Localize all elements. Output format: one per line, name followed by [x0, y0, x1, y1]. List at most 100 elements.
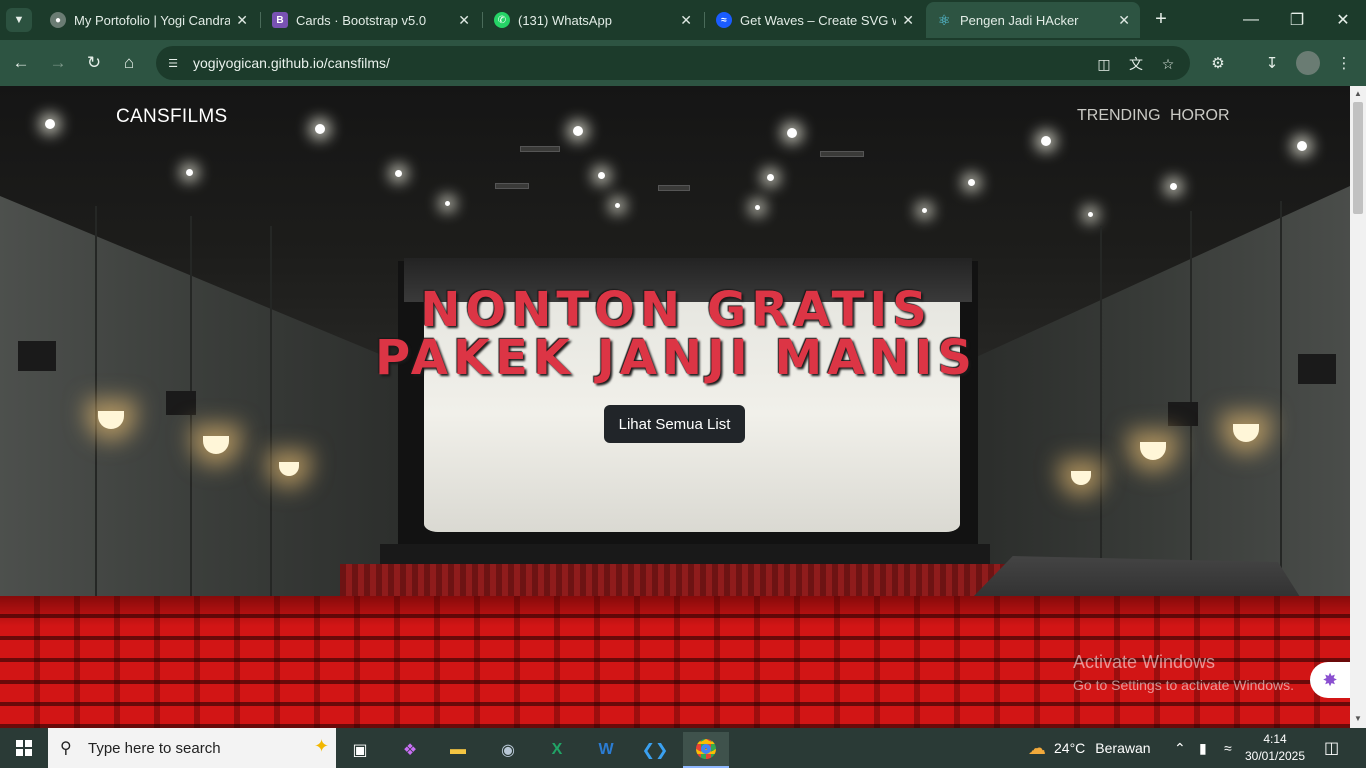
page-scrollbar[interactable]: ▲ ▼	[1350, 86, 1366, 728]
back-button[interactable]: ←	[8, 50, 34, 76]
wall-speaker	[1168, 402, 1198, 426]
ai-assistant-icon[interactable]: ✸	[1310, 662, 1350, 698]
close-icon[interactable]: ✕	[236, 12, 248, 29]
tab-separator	[260, 12, 261, 28]
hero-title: NONTON GRATIS PAKEK JANJI MANIS	[300, 286, 1052, 382]
site-info-icon[interactable]: ☰	[164, 54, 182, 72]
tab-get-waves[interactable]: ≈ Get Waves – Create SVG wav ✕	[706, 2, 924, 38]
whatsapp-icon: ✆	[494, 12, 510, 28]
ceiling-light	[598, 172, 605, 179]
react-icon: ⚛	[937, 11, 951, 28]
tab-pengen-jadi-hacker[interactable]: ⚛ Pengen Jadi HAcker ✕	[926, 2, 1140, 38]
activate-windows-watermark: Activate Windows Go to Settings to activ…	[1073, 652, 1294, 693]
bootstrap-icon: B	[272, 12, 288, 28]
taskbar-clock[interactable]: 4:14 30/01/2025	[1244, 731, 1306, 765]
file-explorer-icon[interactable]: ▬	[438, 732, 478, 768]
restore-button[interactable]: ❐	[1274, 0, 1320, 40]
tab-portfolio[interactable]: ● My Portofolio | Yogi Candra ✕	[40, 2, 258, 38]
download-icon[interactable]: ↧	[1260, 51, 1284, 75]
reload-button[interactable]: ↻	[81, 50, 107, 76]
excel-icon[interactable]: X	[537, 732, 577, 768]
tab-whatsapp[interactable]: ✆ (131) WhatsApp ✕	[484, 2, 702, 38]
battery-icon[interactable]: ▮	[1199, 728, 1207, 768]
ceiling-vent	[658, 185, 690, 191]
site-brand[interactable]: CANSFILMS	[116, 106, 227, 128]
nav-link-horor[interactable]: HOROR	[1170, 107, 1230, 125]
cinema-seats-shadow	[0, 596, 1350, 626]
site-navbar: CANSFILMS TRENDING HOROR	[0, 86, 1350, 146]
ceiling-light	[445, 201, 450, 206]
new-tab-button[interactable]: +	[1150, 8, 1172, 30]
tab-search-button[interactable]: ▼	[6, 8, 32, 32]
weather-widget[interactable]: ☁ 24°C Berawan	[1028, 728, 1151, 768]
notifications-icon[interactable]: ◫	[1324, 728, 1339, 768]
menu-icon[interactable]: ⋮	[1332, 51, 1356, 75]
forward-button[interactable]: →	[45, 50, 71, 76]
ceiling-light	[767, 174, 774, 181]
activate-windows-subtitle: Go to Settings to activate Windows.	[1073, 677, 1294, 693]
taskbar-search-placeholder: Type here to search	[88, 740, 221, 757]
translate-icon[interactable]: 文	[1126, 54, 1146, 74]
camera-icon[interactable]: ◉	[488, 732, 528, 768]
close-window-button[interactable]: ✕	[1320, 0, 1366, 40]
ceiling-light	[922, 208, 927, 213]
close-icon[interactable]: ✕	[680, 12, 692, 29]
see-all-list-button[interactable]: Lihat Semua List	[604, 405, 745, 443]
scrollbar-thumb[interactable]	[1353, 102, 1363, 214]
hero-title-line-2: PAKEK JANJI MANIS	[375, 330, 977, 386]
close-icon[interactable]: ✕	[902, 12, 914, 29]
wall-speaker	[166, 391, 196, 415]
wall-speaker	[18, 341, 56, 371]
wall-speaker	[1298, 354, 1336, 384]
scroll-down-arrow-icon[interactable]: ▼	[1353, 714, 1363, 724]
close-icon[interactable]: ✕	[458, 12, 470, 29]
task-view-icon[interactable]: ▣	[340, 732, 380, 768]
ceiling-light	[186, 169, 193, 176]
profile-avatar[interactable]	[1296, 51, 1320, 75]
windows-logo-icon	[16, 740, 32, 756]
wall-panel-line	[1280, 201, 1282, 596]
scroll-up-arrow-icon[interactable]: ▲	[1353, 89, 1363, 99]
weather-temperature: 24°C	[1054, 740, 1086, 756]
wifi-icon[interactable]: ≈	[1224, 728, 1232, 768]
wall-panel-line	[95, 206, 97, 596]
ceiling-vent	[520, 146, 560, 152]
url-text[interactable]: yogiyogican.github.io/cansfilms/	[193, 55, 390, 71]
copilot-sparkle-icon: ✦	[314, 736, 330, 756]
nav-link-trending[interactable]: TRENDING	[1077, 107, 1161, 125]
start-button[interactable]	[0, 728, 48, 768]
tab-bootstrap-cards[interactable]: B Cards · Bootstrap v5.0 ✕	[262, 2, 480, 38]
activate-windows-title: Activate Windows	[1073, 652, 1216, 672]
show-hidden-icons-chevron-icon[interactable]: ⌃	[1174, 728, 1186, 768]
waves-icon: ≈	[716, 12, 732, 28]
chrome-icon[interactable]	[683, 732, 729, 768]
wall-panel-line	[1100, 226, 1102, 596]
clock-time: 4:14	[1263, 732, 1287, 746]
windows-taskbar: ⚲ Type here to search ✦ ▣ ❖ ▬ ◉ X W ❮❯ ☁…	[0, 728, 1366, 768]
bookmark-star-icon[interactable]: ☆	[1158, 54, 1178, 74]
minimize-button[interactable]: —	[1228, 0, 1274, 40]
wall-panel-line	[270, 226, 272, 596]
word-icon[interactable]: W	[586, 732, 626, 768]
home-button[interactable]: ⌂	[116, 50, 142, 76]
extensions-icon[interactable]: ⚙	[1206, 51, 1230, 75]
weather-cloud-icon: ☁	[1028, 737, 1046, 758]
ceiling-vent	[820, 151, 864, 157]
ceiling-light	[615, 203, 620, 208]
ceiling-light	[1170, 183, 1177, 190]
ceiling-light	[755, 205, 760, 210]
vscode-icon[interactable]: ❮❯	[635, 732, 675, 768]
taskbar-search-box[interactable]: ⚲ Type here to search ✦	[48, 728, 336, 768]
ceiling-vent	[495, 183, 529, 189]
weather-condition: Berawan	[1095, 740, 1151, 756]
browser-toolbar: ← → ↻ ⌂ ☰ yogiyogican.github.io/cansfilm…	[0, 40, 1366, 86]
hero-title-line-1: NONTON GRATIS	[420, 282, 932, 338]
copilot-icon[interactable]: ❖	[390, 732, 430, 768]
close-icon[interactable]: ✕	[1118, 12, 1130, 29]
page-viewport: CANSFILMS TRENDING HOROR NONTON GRATIS P…	[0, 86, 1350, 728]
address-bar[interactable]: ☰ yogiyogican.github.io/cansfilms/ ◫ 文 ☆	[156, 46, 1190, 80]
install-app-icon[interactable]: ◫	[1094, 54, 1114, 74]
ceiling-light	[395, 170, 402, 177]
clock-date: 30/01/2025	[1244, 749, 1306, 763]
ceiling-light	[1088, 212, 1093, 217]
